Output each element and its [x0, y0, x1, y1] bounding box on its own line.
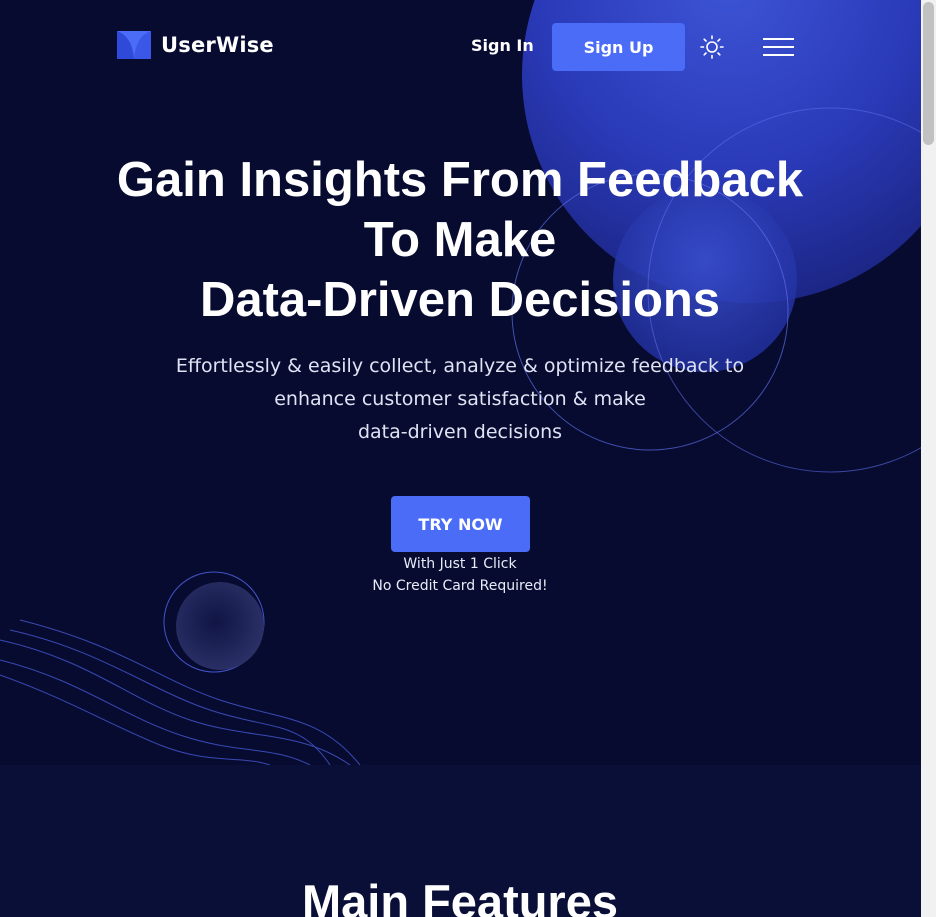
hero-title-line: Gain Insights From Feedback [116, 153, 804, 207]
hero-title-line: Data-Driven Decisions [199, 273, 721, 327]
menu-bar [763, 38, 794, 40]
page: UserWise Sign In Sign Up Gain Insights F… [0, 0, 921, 917]
features-section-title: Main Features [301, 875, 619, 917]
logo[interactable]: UserWise [117, 31, 274, 59]
cta-note-line: With Just 1 Click [403, 556, 517, 572]
hamburger-menu-icon[interactable] [763, 38, 794, 56]
hero-subtitle-line: Effortlessly & easily collect, analyze &… [175, 355, 745, 377]
scrollbar-thumb[interactable] [923, 2, 934, 145]
logo-text: UserWise [161, 33, 274, 57]
cta-note-line: No Credit Card Required! [372, 578, 548, 594]
hero-subtitle: Effortlessly & easily collect, analyze &… [160, 350, 760, 449]
try-now-button[interactable]: TRY NOW [391, 496, 530, 552]
hero-title: Gain Insights From Feedback To Make Data… [60, 150, 860, 330]
menu-bar [763, 54, 794, 56]
sign-in-link[interactable]: Sign In [471, 36, 534, 55]
hero-subtitle-line: enhance customer satisfaction & make [274, 388, 646, 410]
cta-note: With Just 1 Click No Credit Card Require… [330, 553, 590, 597]
sign-up-button[interactable]: Sign Up [552, 23, 685, 71]
hero-title-line: To Make [363, 213, 557, 267]
menu-bar [763, 46, 794, 48]
sun-icon[interactable] [700, 35, 724, 59]
logo-mark-icon [117, 31, 151, 59]
hero-subtitle-line: data-driven decisions [357, 421, 563, 443]
